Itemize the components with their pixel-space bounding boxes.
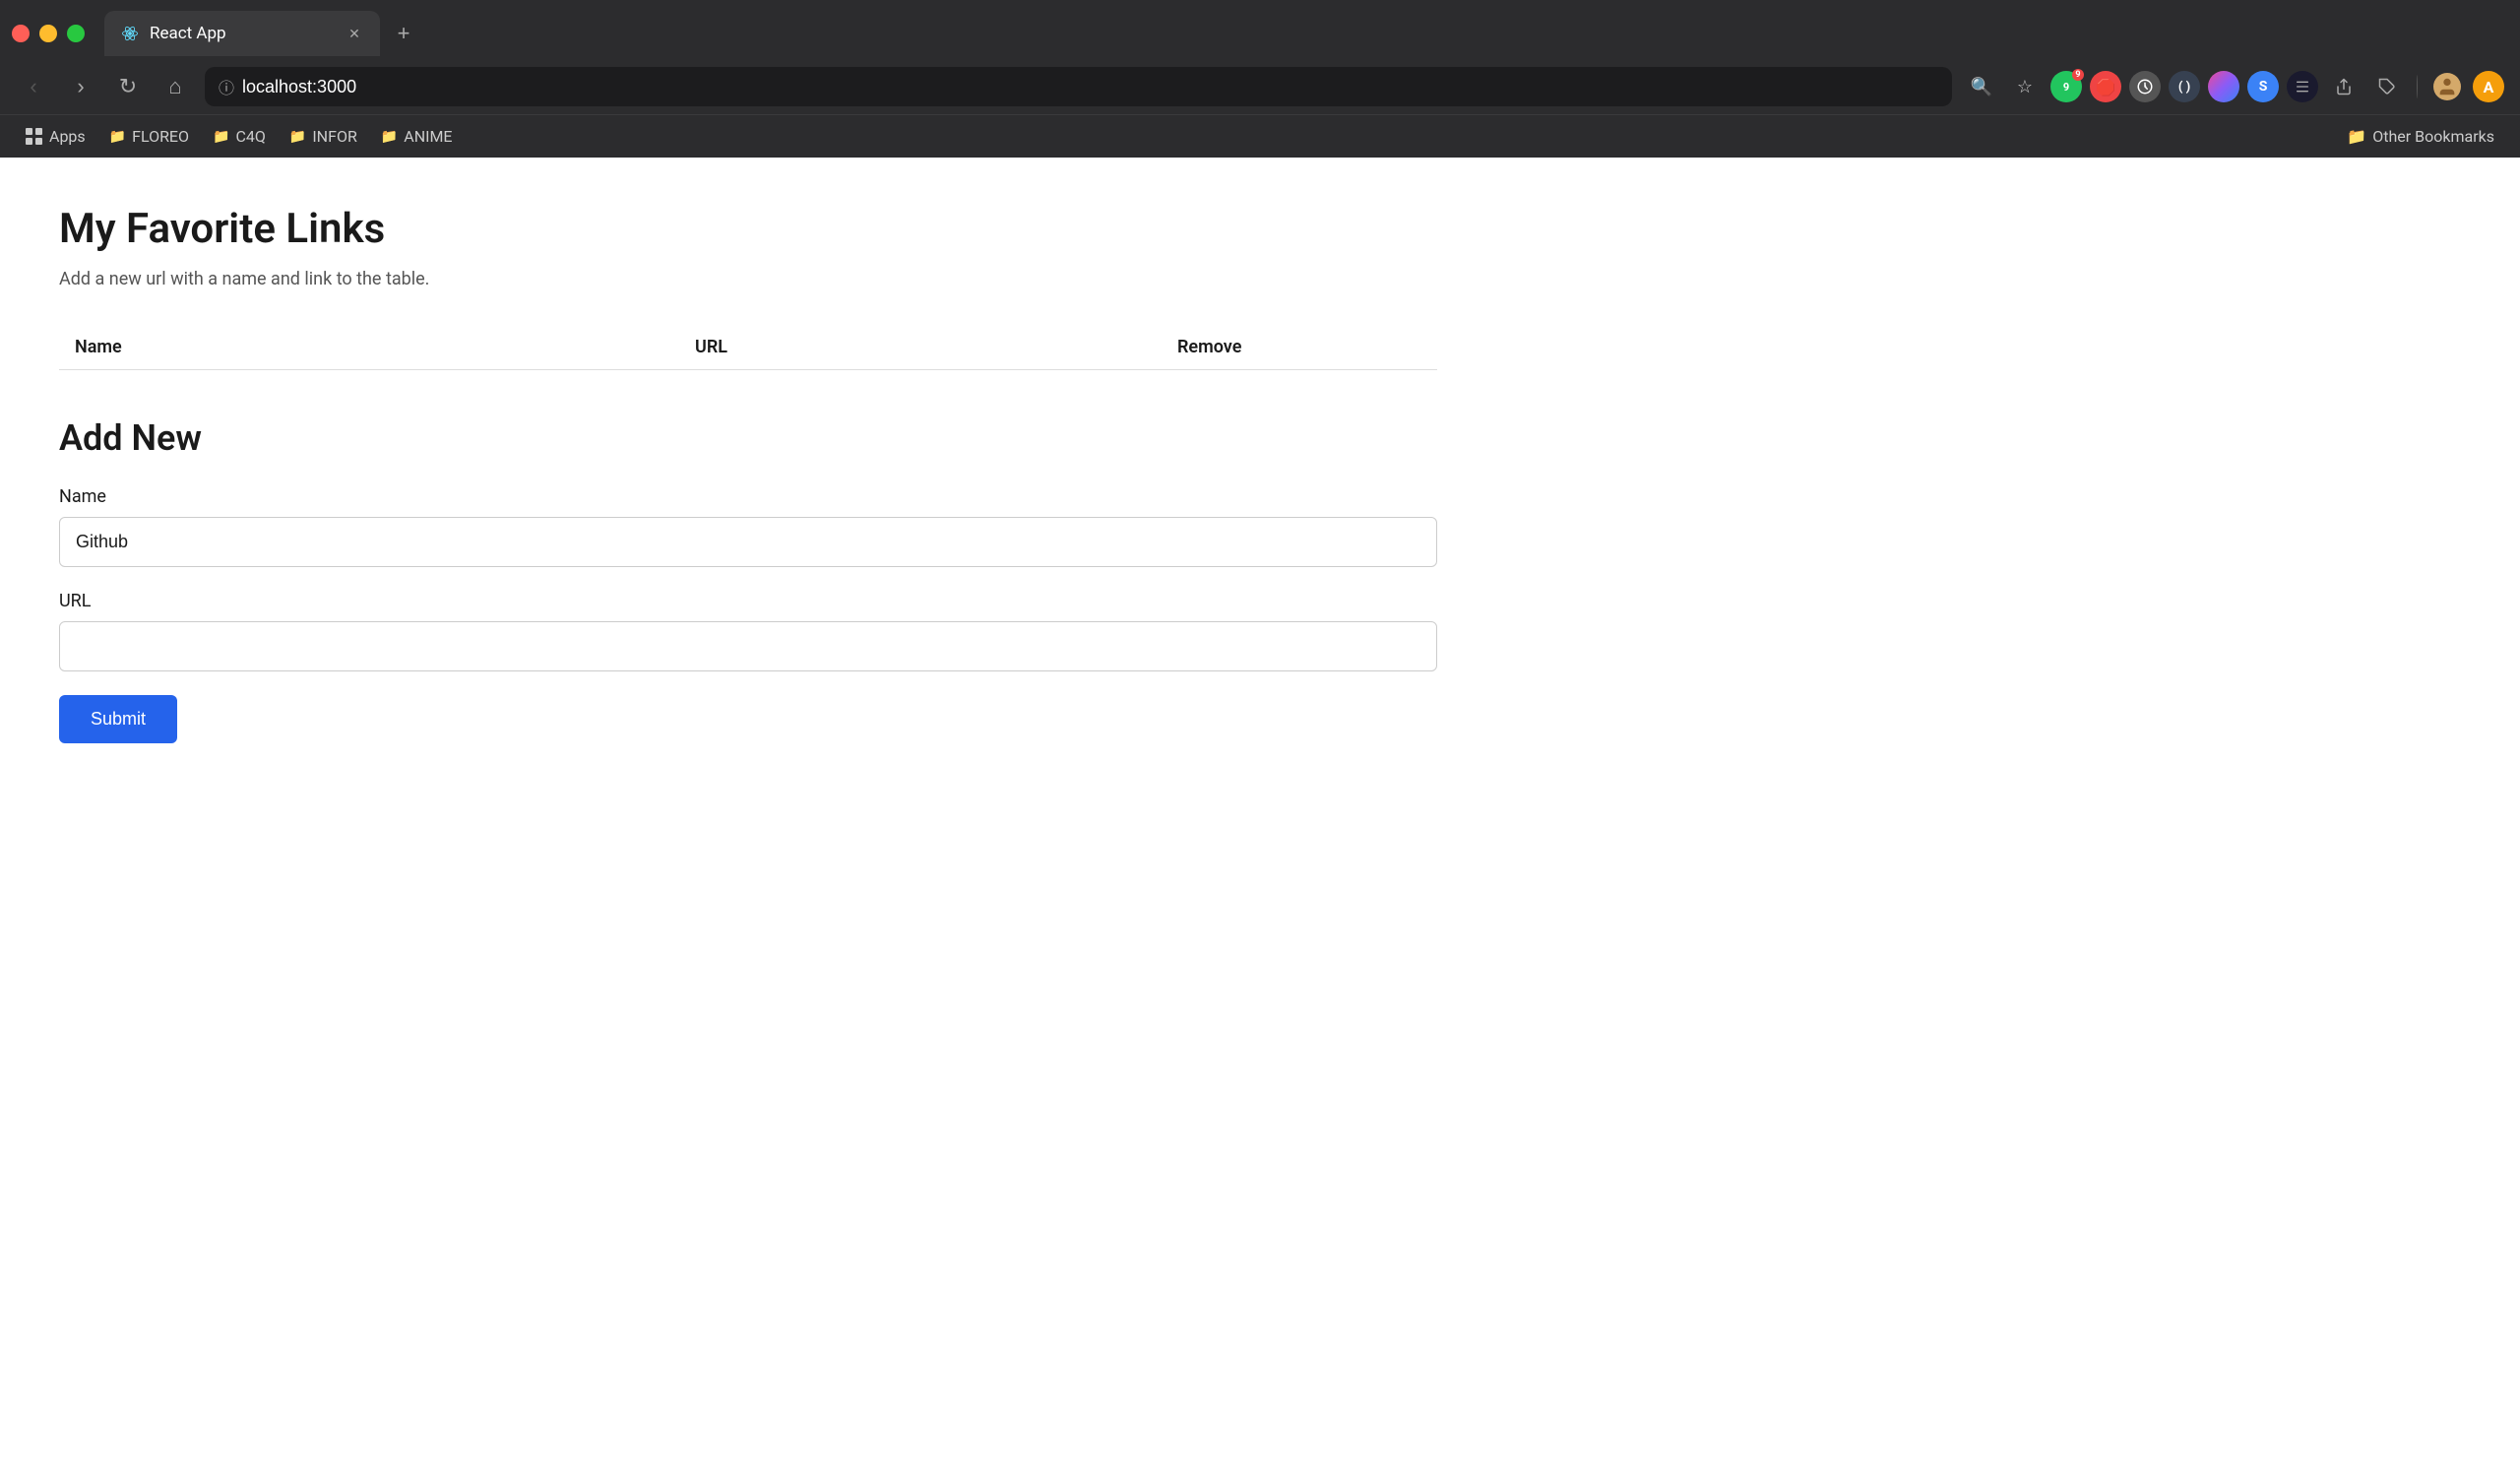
apps-grid-icon [26, 128, 43, 146]
table-header-remove: Remove [1162, 325, 1437, 370]
ext-icon-4[interactable]: ( ) [2169, 71, 2200, 102]
bookmark-floreo[interactable]: 📁 FLOREO [99, 123, 199, 150]
other-bookmarks-label: Other Bookmarks [2372, 127, 2494, 146]
extensions-icon[interactable] [2369, 69, 2405, 104]
home-button[interactable]: ⌂ [158, 69, 193, 104]
new-tab-button[interactable]: + [384, 14, 423, 53]
window-controls [12, 25, 85, 42]
add-new-section: Add New Name URL Submit [59, 417, 1437, 743]
table-header-name: Name [59, 325, 679, 370]
address-bar: ‹ › ↻ ⌂ ⓘ 🔍 ☆ 9 9 🛑 ( ) S [0, 59, 2520, 114]
search-icon[interactable]: 🔍 [1964, 69, 1999, 104]
bookmark-infor[interactable]: 📁 INFOR [280, 123, 367, 150]
ext-icon-2[interactable]: 🛑 [2090, 71, 2121, 102]
maximize-button[interactable] [67, 25, 85, 42]
account-circle-icon[interactable]: A [2473, 71, 2504, 102]
bookmark-infor-label: INFOR [312, 127, 356, 146]
back-button[interactable]: ‹ [16, 69, 51, 104]
name-input[interactable] [59, 517, 1437, 567]
name-label: Name [59, 486, 1437, 507]
ext-icon-5[interactable] [2208, 71, 2239, 102]
profile-icon[interactable] [2429, 69, 2465, 104]
bookmark-anime-label: ANIME [404, 127, 452, 146]
other-bookmarks[interactable]: 📁 Other Bookmarks [2337, 123, 2504, 150]
submit-button[interactable]: Submit [59, 695, 177, 743]
bookmark-floreo-label: FLOREO [132, 127, 189, 146]
bookmark-apps-label: Apps [49, 127, 86, 146]
toolbar-icons: 🔍 ☆ 9 9 🛑 ( ) S [1964, 69, 2504, 104]
ext-icon-6[interactable]: S [2247, 71, 2279, 102]
address-input[interactable] [242, 77, 1938, 97]
ext-icon-7[interactable] [2287, 71, 2318, 102]
bookmark-c4q-label: C4Q [235, 127, 265, 146]
bookmark-c4q[interactable]: 📁 C4Q [203, 123, 276, 150]
folder-icon-anime: 📁 [381, 129, 398, 145]
ext-icon-1[interactable]: 9 9 [2050, 71, 2082, 102]
name-form-group: Name [59, 486, 1437, 567]
bookmark-star-icon[interactable]: ☆ [2007, 69, 2043, 104]
minimize-button[interactable] [39, 25, 57, 42]
lock-icon: ⓘ [219, 75, 234, 98]
folder-icon-other: 📁 [2347, 127, 2366, 146]
table-header-url: URL [679, 325, 1162, 370]
refresh-button[interactable]: ↻ [110, 69, 146, 104]
folder-icon-infor: 📁 [289, 129, 306, 145]
table-header-row: Name URL Remove [59, 325, 1437, 370]
address-input-wrapper[interactable]: ⓘ [205, 67, 1952, 106]
page-subtitle: Add a new url with a name and link to th… [59, 269, 2461, 289]
url-label: URL [59, 591, 1437, 611]
share-icon[interactable] [2326, 69, 2362, 104]
tab-favicon [120, 24, 140, 43]
bookmarks-bar: Apps 📁 FLOREO 📁 C4Q 📁 INFOR 📁 ANIME 📁 Ot… [0, 114, 2520, 158]
page-content: My Favorite Links Add a new url with a n… [0, 158, 2520, 1463]
url-input[interactable] [59, 621, 1437, 671]
browser-chrome: React App ✕ + ‹ › ↻ ⌂ ⓘ 🔍 ☆ 9 9 🛑 ( ) [0, 0, 2520, 158]
active-tab[interactable]: React App ✕ [104, 11, 380, 56]
add-new-title: Add New [59, 417, 1437, 459]
folder-icon-floreo: 📁 [109, 129, 126, 145]
tab-close-button[interactable]: ✕ [345, 24, 364, 43]
divider [2417, 75, 2418, 98]
close-button[interactable] [12, 25, 30, 42]
url-form-group: URL [59, 591, 1437, 671]
forward-button[interactable]: › [63, 69, 98, 104]
folder-icon-c4q: 📁 [213, 129, 229, 145]
tab-bar: React App ✕ + [0, 0, 2520, 59]
bookmark-anime[interactable]: 📁 ANIME [371, 123, 463, 150]
ext-icon-3[interactable] [2129, 71, 2161, 102]
bookmark-apps[interactable]: Apps [16, 123, 95, 150]
tab-title: React App [150, 24, 335, 43]
links-table: Name URL Remove [59, 325, 1437, 370]
page-title: My Favorite Links [59, 205, 2461, 253]
